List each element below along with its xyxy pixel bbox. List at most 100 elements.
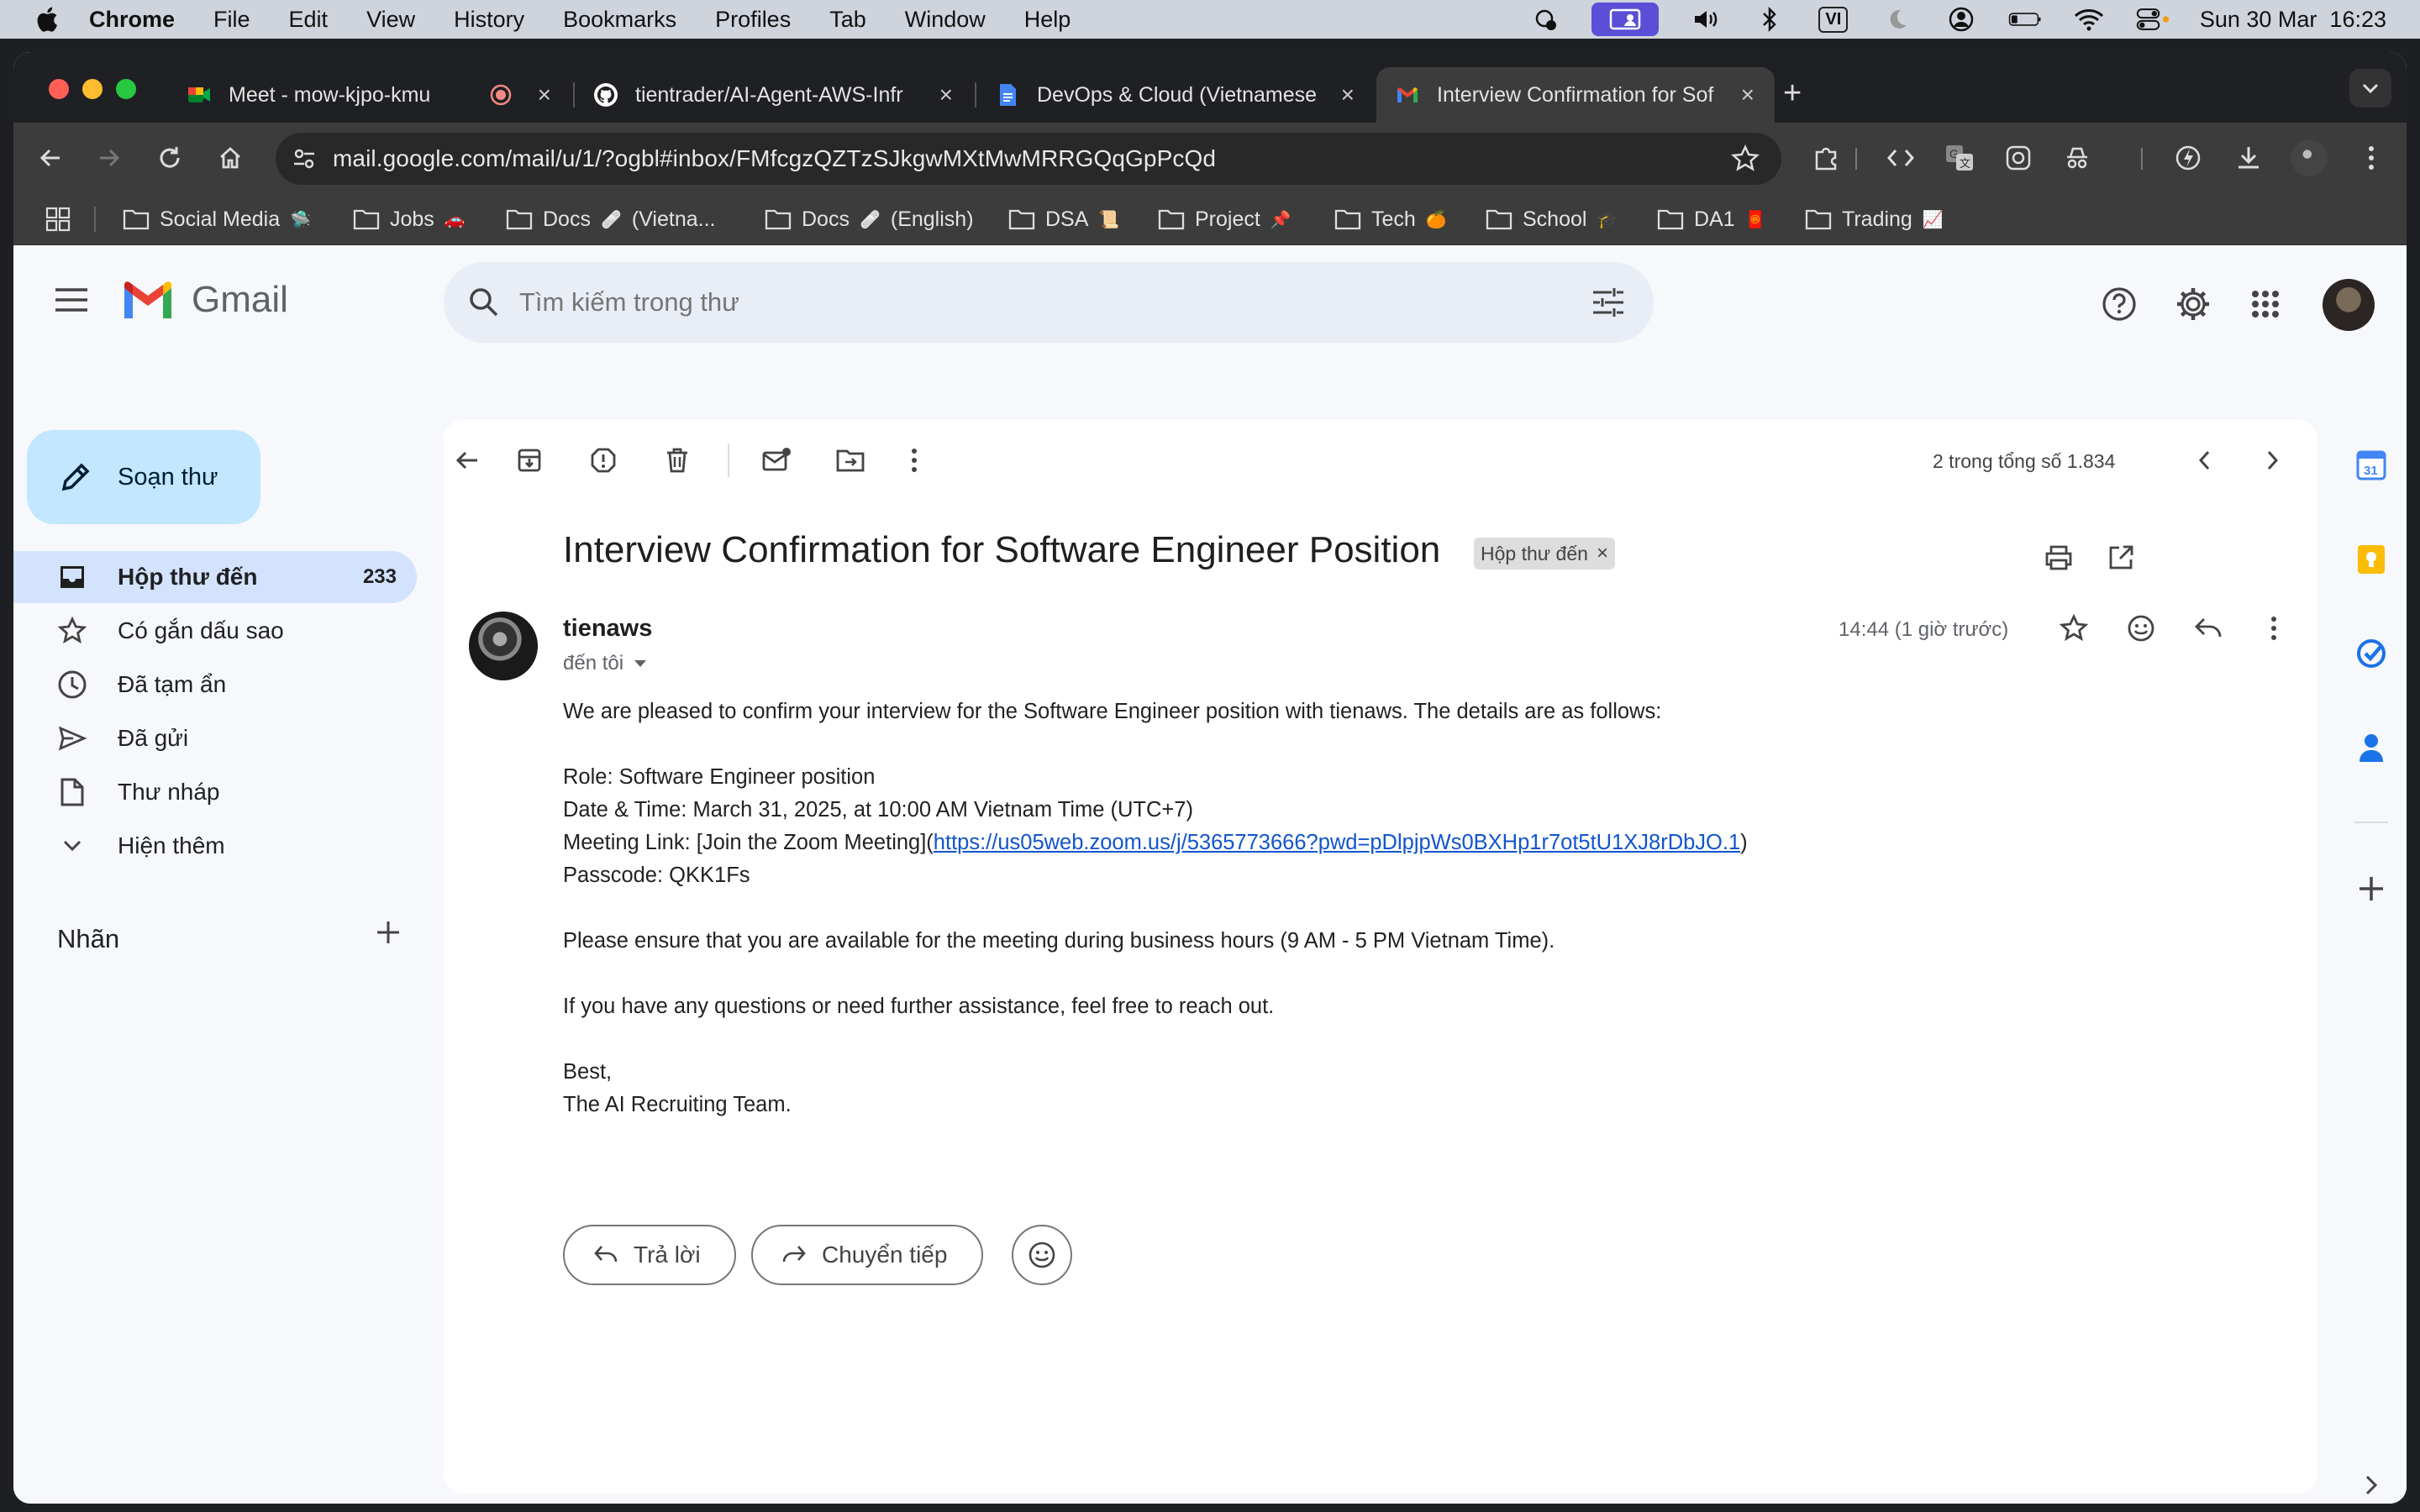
more-actions-icon[interactable]	[896, 442, 933, 479]
search-input[interactable]	[519, 287, 1528, 318]
tab-close-icon[interactable]: ×	[939, 81, 953, 108]
new-tab-button[interactable]: +	[1783, 76, 1802, 112]
bookmark-folder-school[interactable]: School 🎓	[1486, 202, 1618, 237]
bookmark-star-icon[interactable]	[1731, 144, 1760, 173]
screenshot-extension-icon[interactable]	[2000, 139, 2037, 176]
screen-share-icon[interactable]	[1591, 3, 1659, 36]
clock-datetime[interactable]: Sun 30 Mar 16:23	[2200, 7, 2386, 33]
menu-tab[interactable]: Tab	[829, 7, 866, 33]
sender-name[interactable]: tienaws	[563, 615, 652, 643]
reply-icon[interactable]	[2190, 610, 2227, 647]
open-new-window-icon[interactable]	[2102, 539, 2139, 576]
sender-avatar[interactable]	[469, 612, 538, 680]
menu-app-name[interactable]: Chrome	[89, 7, 175, 33]
reload-button[interactable]	[151, 139, 188, 176]
delete-icon[interactable]	[659, 442, 696, 479]
compose-button[interactable]: Soạn thư	[27, 430, 260, 524]
tab-close-icon[interactable]: ×	[1341, 81, 1355, 108]
focus-moon-icon[interactable]	[1881, 6, 1914, 33]
tab-google-docs[interactable]: DevOps & Cloud (Vietnamese ×	[976, 67, 1375, 123]
bluetooth-icon[interactable]	[1753, 6, 1786, 33]
menu-edit[interactable]: Edit	[289, 7, 329, 33]
menu-help[interactable]: Help	[1024, 7, 1071, 33]
back-button[interactable]	[32, 139, 69, 176]
bookmark-folder-tech[interactable]: Tech 🍊	[1334, 202, 1447, 237]
user-account-icon[interactable]	[1944, 6, 1978, 33]
menu-file[interactable]: File	[213, 7, 250, 33]
weather-alert-icon[interactable]	[1528, 6, 1561, 33]
mark-unread-icon[interactable]	[758, 442, 795, 479]
downloads-icon[interactable]	[2230, 139, 2267, 176]
menu-window[interactable]: Window	[905, 7, 986, 33]
tab-meet[interactable]: Meet - mow-kjpo-kmu ×	[168, 67, 571, 123]
bookmark-folder-da1[interactable]: DA1 🧧	[1657, 202, 1766, 237]
add-label-icon[interactable]	[373, 917, 403, 948]
report-spam-icon[interactable]	[585, 442, 622, 479]
menu-bookmarks[interactable]: Bookmarks	[563, 7, 676, 33]
wifi-icon[interactable]	[2072, 6, 2106, 33]
nav-drafts[interactable]: Thư nháp	[13, 766, 417, 818]
battery-icon[interactable]	[2008, 6, 2042, 33]
chrome-menu-icon[interactable]	[2353, 139, 2390, 176]
search-icon[interactable]	[467, 286, 501, 319]
tab-gmail-active[interactable]: Interview Confirmation for Sof ×	[1376, 67, 1775, 123]
newer-message-icon[interactable]	[2186, 442, 2223, 479]
code-extension-icon[interactable]	[1882, 139, 1919, 176]
forward-button[interactable]	[91, 139, 128, 176]
gmail-logo[interactable]: Gmail	[121, 279, 288, 321]
nav-snoozed[interactable]: Đã tạm ẩn	[13, 659, 417, 711]
volume-icon[interactable]	[1689, 6, 1723, 33]
help-icon[interactable]	[2097, 282, 2141, 326]
bookmark-folder-social-media[interactable]: Social Media 🛸	[123, 202, 311, 237]
bookmark-folder-dsa[interactable]: DSA 📜	[1008, 202, 1119, 237]
reply-button[interactable]: Trả lời	[563, 1225, 736, 1285]
nav-sent[interactable]: Đã gửi	[13, 712, 417, 764]
bookmark-folder-project[interactable]: Project 📌	[1158, 202, 1292, 237]
translate-extension-icon[interactable]: G文	[1941, 139, 1978, 176]
bookmark-folder-trading[interactable]: Trading 📈	[1805, 202, 1944, 237]
forward-button[interactable]: Chuyển tiếp	[751, 1225, 983, 1285]
archive-icon[interactable]	[511, 442, 548, 479]
show-side-panel-icon[interactable]	[2353, 1467, 2390, 1504]
google-calendar-icon[interactable]: 31	[2353, 447, 2390, 484]
menu-history[interactable]: History	[454, 7, 524, 33]
older-message-icon[interactable]	[2254, 442, 2291, 479]
tab-close-icon[interactable]: ×	[538, 81, 551, 108]
account-avatar[interactable]	[2323, 279, 2375, 331]
nav-starred[interactable]: Có gắn dấu sao	[13, 605, 417, 657]
menu-view[interactable]: View	[366, 7, 415, 33]
address-bar[interactable]: mail.google.com/mail/u/1/?ogbl#inbox/FMf…	[276, 133, 1781, 185]
home-button[interactable]	[212, 139, 249, 176]
site-info-icon[interactable]	[291, 145, 318, 172]
recipient-summary[interactable]: đến tôi	[563, 652, 647, 675]
zoom-window-button[interactable]	[116, 79, 136, 99]
performance-icon[interactable]	[2170, 139, 2207, 176]
apps-grid-icon[interactable]	[45, 207, 71, 232]
zoom-meeting-link[interactable]: https://us05web.zoom.us/j/5365773666?pwd…	[934, 831, 1740, 854]
star-message-icon[interactable]	[2055, 610, 2092, 647]
google-apps-icon[interactable]	[2244, 282, 2287, 326]
back-to-inbox-icon[interactable]	[449, 442, 486, 479]
nav-inbox[interactable]: Hộp thư đến 233	[13, 551, 417, 603]
google-contacts-icon[interactable]	[2353, 729, 2390, 766]
more-message-options-icon[interactable]	[2255, 610, 2292, 647]
bookmark-folder-docs-english[interactable]: Docs 🩹 (English)	[765, 202, 974, 237]
control-center-icon[interactable]	[2136, 6, 2170, 33]
bookmark-folder-docs-vietnamese[interactable]: Docs 🩹 (Vietna...	[506, 202, 715, 237]
nav-more[interactable]: Hiện thêm	[13, 820, 417, 872]
tab-close-icon[interactable]: ×	[1741, 81, 1754, 108]
get-addons-icon[interactable]	[2353, 870, 2390, 907]
minimize-window-button[interactable]	[82, 79, 103, 99]
tab-search-button[interactable]	[2349, 69, 2391, 108]
main-menu-icon[interactable]	[54, 287, 89, 312]
extensions-icon[interactable]	[1808, 139, 1845, 176]
close-window-button[interactable]	[49, 79, 69, 99]
input-source-indicator[interactable]: VI	[1817, 6, 1850, 33]
apple-logo-icon[interactable]	[34, 5, 59, 34]
incognito-extension-icon[interactable]	[2059, 139, 2096, 176]
print-icon[interactable]	[2040, 539, 2077, 576]
emoji-reaction-icon[interactable]	[2123, 610, 2160, 647]
bookmark-folder-jobs[interactable]: Jobs 🚗	[353, 202, 466, 237]
move-to-icon[interactable]	[832, 442, 869, 479]
menu-profiles[interactable]: Profiles	[715, 7, 791, 33]
